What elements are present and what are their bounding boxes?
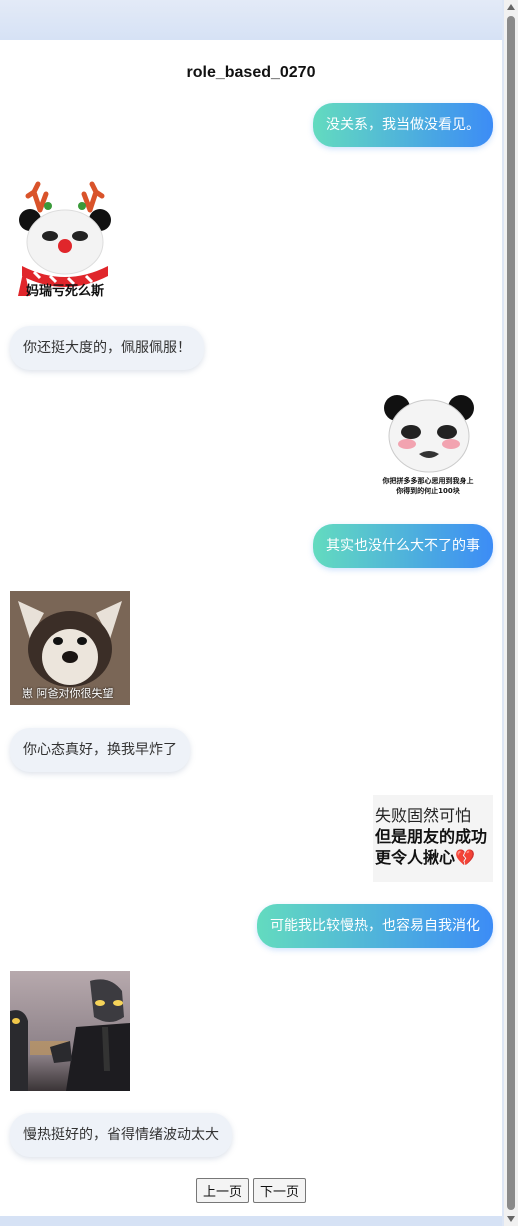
sticker-text-image: 失败固然可怕 但是朋友的成功 更令人揪心💔 [373,795,493,882]
chat-panel: role_based_0270 没关系，我当做没看见。 妈瑞亏死么斯 你还挺大度… [0,40,502,1216]
sticker-christmas-panda: 妈瑞亏死么斯 [10,180,120,300]
message-outgoing: 没关系，我当做没看见。 [313,103,493,147]
window-bottom-band [0,1216,502,1226]
message-bubble: 你还挺大度的，佩服佩服！ [10,326,204,370]
message-bubble: 你心态真好，换我早炸了 [10,728,190,772]
sticker-blushing-panda: 你把拼多多那心思用到我身上 你得到的何止100块 [373,390,483,500]
message-incoming: 你还挺大度的，佩服佩服！ [10,326,204,370]
message-outgoing: 其实也没什么大不了的事 [313,524,493,568]
sticker-disappointed-dog: 崽 阿爸对你很失望 [10,591,130,705]
message-incoming: 慢热挺好的，省得情绪波动太大 [10,1113,232,1157]
message-incoming: 你心态真好，换我早炸了 [10,728,190,772]
message-outgoing: 可能我比较慢热，也容易自我消化 [257,904,493,948]
pagination: 上一页 下一页 [0,1178,502,1203]
vertical-scrollbar[interactable] [504,0,518,1226]
ultraman-figures-icon [10,971,130,1091]
message-bubble: 其实也没什么大不了的事 [313,524,493,568]
message-bubble: 可能我比较慢热，也容易自我消化 [257,904,493,948]
sticker-ultraman-photo [10,971,130,1091]
sticker-caption: 妈瑞亏死么斯 [25,284,104,299]
prev-page-button[interactable]: 上一页 [195,1178,249,1203]
sticker-caption: 你把拼多多那心思用到我身上 你得到的何止100块 [382,477,474,495]
window-top-band [0,0,502,40]
sticker-caption: 崽 阿爸对你很失望 [22,687,114,700]
page-title: role_based_0270 [186,64,316,81]
message-bubble: 慢热挺好的，省得情绪波动太大 [10,1113,232,1157]
next-page-button[interactable]: 下一页 [253,1178,307,1203]
scroll-down-arrow-icon[interactable] [507,1216,515,1222]
panda-face-icon [384,395,474,473]
message-bubble: 没关系，我当做没看见。 [313,103,493,147]
scrollbar-thumb[interactable] [507,16,515,1210]
scroll-up-arrow-icon[interactable] [507,4,515,10]
